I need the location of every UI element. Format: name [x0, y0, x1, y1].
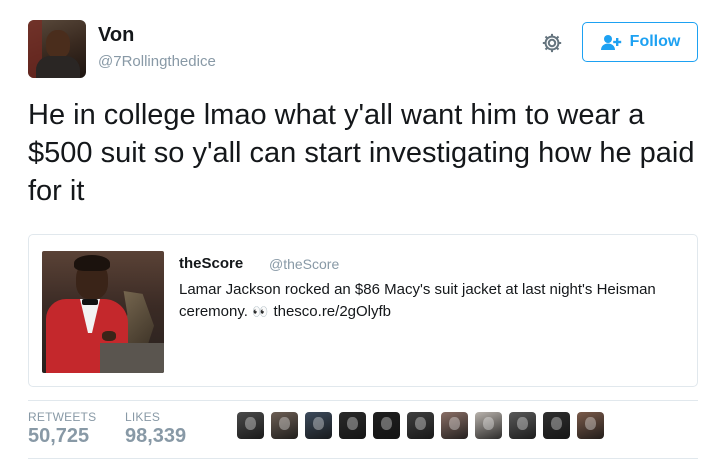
- avatar-face: [46, 30, 70, 58]
- quoted-tweet[interactable]: theScore @theScore Lamar Jackson rocked …: [28, 234, 698, 387]
- quoted-screen-name[interactable]: @theScore: [269, 256, 339, 272]
- liker-avatar[interactable]: [577, 412, 604, 439]
- liker-avatar[interactable]: [543, 412, 570, 439]
- likes-label: LIKES: [125, 410, 161, 424]
- quoted-tweet-text: Lamar Jackson rocked an $86 Macy's suit …: [179, 279, 679, 323]
- liker-avatar[interactable]: [475, 412, 502, 439]
- avatar-shirt: [36, 56, 80, 78]
- likes-count[interactable]: 98,339: [125, 425, 186, 448]
- liker-avatar[interactable]: [305, 412, 332, 439]
- liker-avatar[interactable]: [509, 412, 536, 439]
- quoted-text-body: Lamar Jackson rocked an $86 Macy's suit …: [179, 281, 656, 320]
- quoted-display-name[interactable]: theScore: [179, 255, 243, 272]
- hand-shape: [102, 331, 116, 341]
- stats-bottom-divider: [28, 458, 698, 459]
- hair-shape: [74, 255, 110, 271]
- follow-button[interactable]: Follow: [582, 22, 698, 62]
- liker-avatar[interactable]: [441, 412, 468, 439]
- eyes-emoji: 👀: [252, 304, 270, 319]
- liker-avatar[interactable]: [271, 412, 298, 439]
- liker-avatar[interactable]: [339, 412, 366, 439]
- podium-shape: [100, 343, 164, 373]
- liker-avatars: [237, 412, 604, 439]
- gear-icon[interactable]: [541, 32, 563, 54]
- retweets-count[interactable]: 50,725: [28, 425, 89, 448]
- tweet-text: He in college lmao what y'all want him t…: [28, 99, 695, 207]
- author-screen-name[interactable]: @7Rollingthedice: [98, 53, 216, 70]
- stats-top-divider: [28, 400, 698, 401]
- quoted-tweet-image[interactable]: [42, 251, 164, 373]
- author-display-name[interactable]: Von: [98, 24, 134, 47]
- bow-tie-shape: [82, 299, 98, 305]
- avatar[interactable]: [28, 20, 86, 78]
- add-user-icon: [600, 35, 621, 50]
- liker-avatar[interactable]: [407, 412, 434, 439]
- quoted-link[interactable]: thesco.re/2gOlyfb: [273, 303, 391, 320]
- follow-button-label: Follow: [629, 33, 681, 50]
- retweets-label: RETWEETS: [28, 410, 97, 424]
- liker-avatar[interactable]: [373, 412, 400, 439]
- liker-avatar[interactable]: [237, 412, 264, 439]
